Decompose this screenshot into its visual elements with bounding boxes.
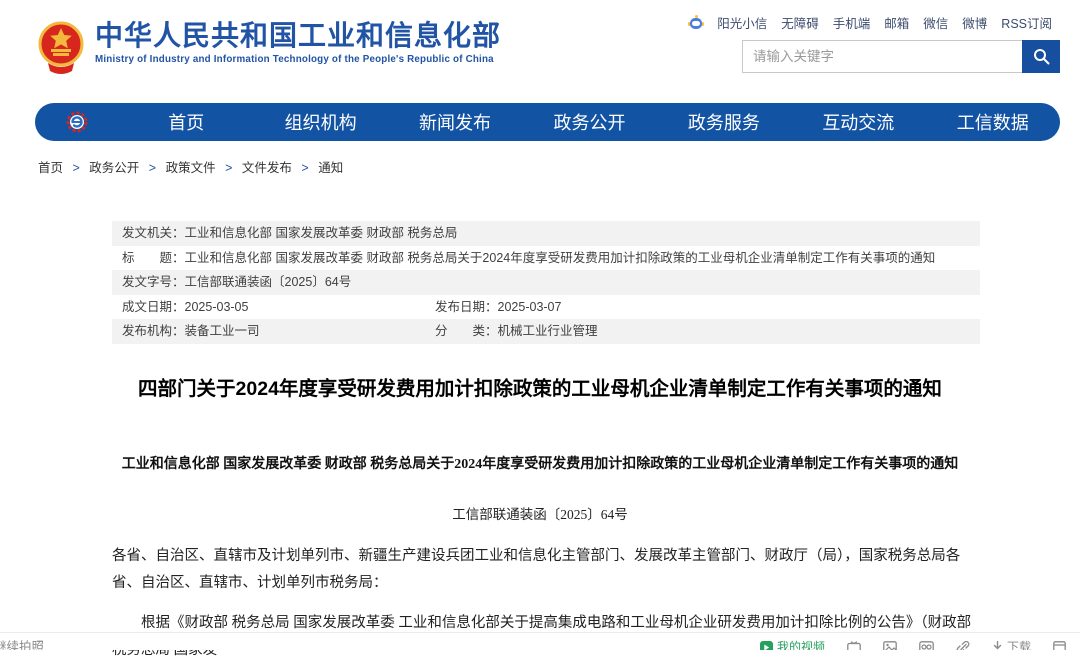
meta-label: 发布机构： <box>122 319 185 344</box>
window-icon[interactable] <box>1053 641 1066 650</box>
nav-item-gov-info[interactable]: 政务公开 <box>522 109 656 135</box>
bottom-overlay-bar: 继续拍照 我的视频 下载 <box>0 632 1080 650</box>
meta-label: 发文字号： <box>122 270 185 295</box>
site-title: 中华人民共和国工业和信息化部 <box>95 21 501 51</box>
meta-label: 分 类： <box>435 319 498 344</box>
breadcrumb-home[interactable]: 首页 <box>38 161 63 175</box>
link-mail[interactable]: 邮箱 <box>884 13 909 32</box>
document-meta-table: 发文机关： 工业和信息化部 国家发展改革委 财政部 税务总局 标 题： 工业和信… <box>112 221 980 344</box>
meta-value: 工业和信息化部 国家发展改革委 财政部 税务总局关于2024年度享受研发费用加计… <box>185 246 936 271</box>
bottom-toolbar: 我的视频 下载 <box>760 637 1066 650</box>
bottom-left-cutoff-text: 继续拍照 <box>0 637 44 650</box>
site-header: 中华人民共和国工业和信息化部 Ministry of Industry and … <box>0 0 1080 95</box>
nav-item-miit-data[interactable]: 工信数据 <box>926 109 1060 135</box>
article-subtitle: 工业和信息化部 国家发展改革委 财政部 税务总局关于2024年度享受研发费用加计… <box>80 453 1000 473</box>
site-subtitle-en: Ministry of Industry and Information Tec… <box>95 54 501 65</box>
meta-row-issuing-agency: 发文机关： 工业和信息化部 国家发展改革委 财政部 税务总局 <box>112 221 980 246</box>
nav-item-interaction[interactable]: 互动交流 <box>791 109 925 135</box>
meta-label: 发布日期： <box>435 295 498 320</box>
download-button[interactable]: 下载 <box>992 637 1031 650</box>
link-rss[interactable]: RSS订阅 <box>1001 13 1052 32</box>
download-icon <box>992 641 1003 650</box>
breadcrumb-gov-info[interactable]: 政务公开 <box>89 161 139 175</box>
breadcrumb-doc-release[interactable]: 文件发布 <box>242 161 292 175</box>
link-sunshine-xiaoxin[interactable]: 阳光小信 <box>717 13 767 32</box>
nav-item-organization[interactable]: 组织机构 <box>253 109 387 135</box>
meta-row-dates: 成文日期： 2025-03-05 发布日期： 2025-03-07 <box>112 295 980 320</box>
article-doc-number: 工信部联通装函〔2025〕64号 <box>80 503 1000 523</box>
main-nav: 首页 组织机构 新闻发布 政务公开 政务服务 互动交流 工信数据 <box>35 103 1060 141</box>
link-wechat[interactable]: 微信 <box>923 13 948 32</box>
image-icon[interactable] <box>883 641 897 650</box>
play-icon <box>760 641 773 651</box>
article-title: 四部门关于2024年度享受研发费用加计扣除政策的工业母机企业清单制定工作有关事项… <box>60 372 1020 401</box>
download-label: 下载 <box>1007 637 1031 650</box>
breadcrumb-separator: > <box>149 161 156 175</box>
search-icon <box>1033 48 1050 65</box>
meta-row-title: 标 题： 工业和信息化部 国家发展改革委 财政部 税务总局关于2024年度享受研… <box>112 246 980 271</box>
my-video-label: 我的视频 <box>777 637 825 650</box>
meta-value: 2025-03-05 <box>185 295 249 320</box>
meta-value: 装备工业一司 <box>185 319 260 344</box>
search-input[interactable] <box>742 40 1022 73</box>
breadcrumb-notice[interactable]: 通知 <box>318 161 343 175</box>
screencast-icon[interactable] <box>847 641 861 650</box>
breadcrumb-separator: > <box>225 161 232 175</box>
breadcrumb-separator: > <box>73 161 80 175</box>
meta-row-doc-number: 发文字号： 工信部联通装函〔2025〕64号 <box>112 270 980 295</box>
meta-value: 2025-03-07 <box>498 295 562 320</box>
breadcrumb: 首页 > 政务公开 > 政策文件 > 文件发布 > 通知 <box>38 157 343 176</box>
link-weibo[interactable]: 微博 <box>962 13 987 32</box>
meta-row-publisher-category: 发布机构： 装备工业一司 分 类： 机械工业行业管理 <box>112 319 980 344</box>
gif-icon[interactable] <box>919 641 934 650</box>
link-mobile[interactable]: 手机端 <box>833 13 871 32</box>
national-emblem-icon <box>38 20 84 74</box>
meta-label: 发文机关： <box>122 221 185 246</box>
miit-logo-icon <box>35 110 119 134</box>
nav-item-gov-services[interactable]: 政务服务 <box>657 109 791 135</box>
search-button[interactable] <box>1022 40 1060 73</box>
search-bar <box>742 40 1060 73</box>
article-paragraph-1: 各省、自治区、直辖市及计划单列市、新疆生产建设兵团工业和信息化主管部门、发展改革… <box>112 543 972 597</box>
link-accessibility[interactable]: 无障碍 <box>781 13 819 32</box>
nav-item-news[interactable]: 新闻发布 <box>388 109 522 135</box>
link-icon[interactable] <box>956 641 970 650</box>
my-video-button[interactable]: 我的视频 <box>760 637 825 650</box>
robot-mascot-icon <box>689 15 703 31</box>
nav-item-home[interactable]: 首页 <box>119 109 253 135</box>
utility-links: 阳光小信 无障碍 手机端 邮箱 微信 微博 RSS订阅 <box>689 13 1052 32</box>
site-brand: 中华人民共和国工业和信息化部 Ministry of Industry and … <box>95 21 501 65</box>
meta-value: 工业和信息化部 国家发展改革委 财政部 税务总局 <box>185 221 458 246</box>
breadcrumb-policy-docs[interactable]: 政策文件 <box>166 161 216 175</box>
meta-value: 工信部联通装函〔2025〕64号 <box>185 270 352 295</box>
meta-value: 机械工业行业管理 <box>498 319 598 344</box>
meta-label: 成文日期： <box>122 295 185 320</box>
meta-label: 标 题： <box>122 246 185 271</box>
breadcrumb-separator: > <box>301 161 308 175</box>
